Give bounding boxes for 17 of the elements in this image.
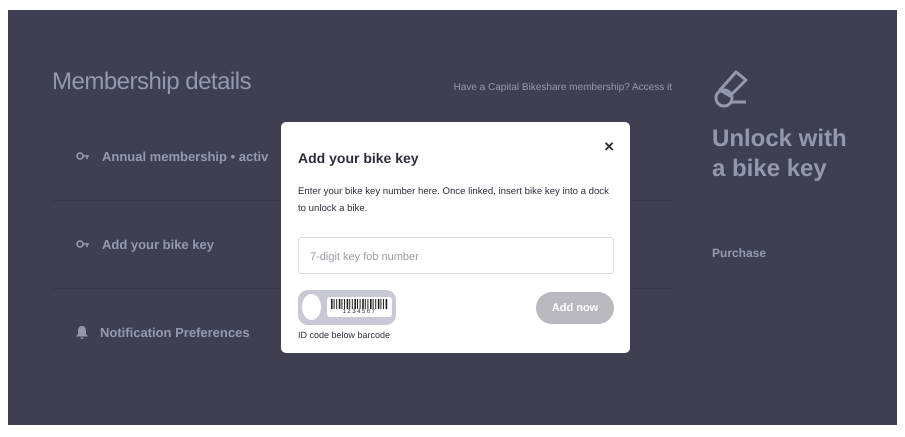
row-title[interactable]: Add your bike key [102,234,214,254]
promo-title: Unlock with a bike key [712,124,848,184]
row-title[interactable]: Annual membership • activ [102,146,268,166]
key-icon [76,240,90,248]
purchase-link[interactable]: Purchase [712,244,766,262]
barcode-icon [331,299,388,310]
key-number-field[interactable]: 7-digit key fob number [298,236,614,274]
page-heading: Membership details [52,68,252,97]
bell-icon [76,326,88,340]
fob-hole-icon [302,294,321,320]
membership-link[interactable]: Have a Capital Bikeshare membership? Access it [454,80,672,95]
modal-description: Enter your bike key number here. Once linked, insert bike key into a dock to unlock a bike. [298,184,610,216]
modal-title: Add your bike key [298,150,420,167]
row-title[interactable]: Notification Preferences [100,323,250,343]
close-button[interactable]: × [602,138,616,155]
barcode-caption: ID code below barcode [298,328,392,342]
key-icon [76,152,90,160]
